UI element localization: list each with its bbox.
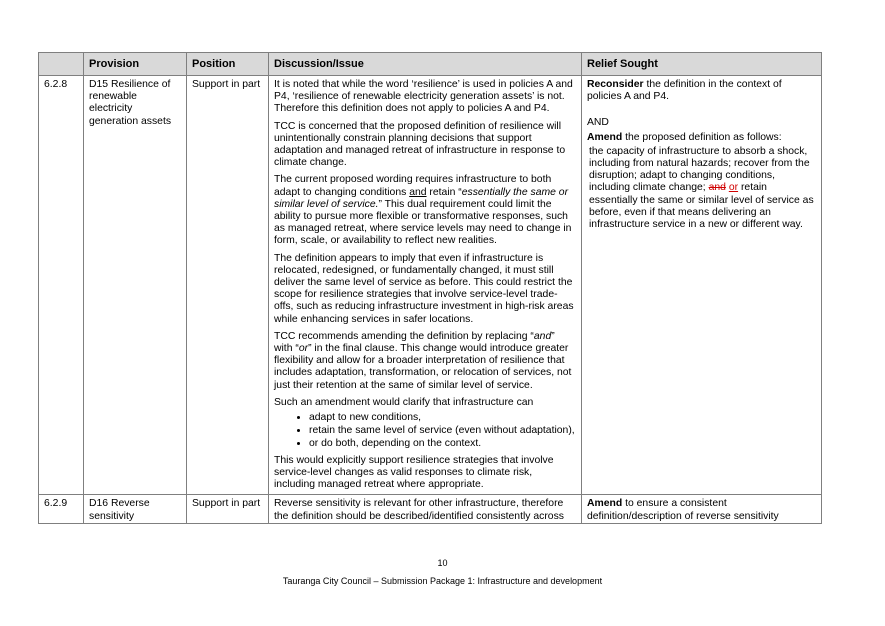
bullet-list: adapt to new conditions, retain the same… — [274, 412, 576, 451]
italic-word: and — [533, 330, 552, 342]
list-item: retain the same level of service (even w… — [309, 425, 576, 437]
row-relief: Reconsider the definition in the context… — [581, 74, 822, 496]
text-run: the capacity of infrastructure to absorb… — [589, 145, 810, 194]
row-position: Support in part — [186, 74, 269, 496]
header-relief: Relief Sought — [581, 52, 822, 76]
row-relief: Amend to ensure a consistent definition/… — [581, 494, 822, 524]
relief-para-1: Reconsider the definition in the context… — [587, 79, 816, 103]
list-item: or do both, depending on the context. — [309, 438, 576, 450]
row-discussion: It is noted that while the word ‘resilie… — [268, 74, 582, 496]
row-ref: 6.2.9 — [38, 494, 84, 524]
page-footer: Tauranga City Council – Submission Packa… — [282, 576, 603, 586]
row-provision: D15 Resilience of renewable electricity … — [83, 74, 187, 496]
discussion-para-5: TCC recommends amending the definition b… — [274, 331, 576, 392]
relief-and: AND — [587, 117, 609, 129]
bold-word: Reconsider — [587, 79, 644, 90]
relief-para-2: Amend the proposed definition as follows… — [587, 132, 816, 144]
row-provision: D16 Reverse sensitivity — [83, 494, 187, 524]
text-run: the proposed definition as follows: — [622, 131, 782, 143]
bold-word: Amend — [587, 131, 623, 143]
text-run: retain “ — [426, 186, 462, 198]
discussion-para-3: The current proposed wording requires in… — [274, 174, 576, 247]
table-row: 6.2.9 D16 Reverse sensitivity Support in… — [38, 494, 822, 524]
discussion-para-7: This would explicitly support resilience… — [274, 454, 554, 491]
table-header-row: Provision Position Discussion/Issue Reli… — [38, 52, 822, 76]
row-discussion: Reverse sensitivity is relevant for othe… — [268, 494, 582, 524]
bold-word: Amend — [587, 498, 623, 510]
discussion-para-6: Such an amendment would clarify that inf… — [274, 396, 534, 408]
row-ref: 6.2.8 — [38, 74, 84, 496]
text-run: TCC recommends amending the definition b… — [274, 330, 534, 342]
submission-table: Provision Position Discussion/Issue Reli… — [38, 52, 822, 524]
header-provision: Provision — [83, 52, 187, 76]
page-number: 10 — [437, 558, 448, 568]
header-discussion: Discussion/Issue — [268, 52, 582, 76]
deleted-word: and — [708, 182, 726, 194]
discussion-para-2: TCC is concerned that the proposed defin… — [274, 120, 566, 169]
inserted-word: or — [728, 182, 739, 194]
header-position: Position — [186, 52, 269, 76]
table-row: 6.2.8 D15 Resilience of renewable electr… — [38, 74, 822, 496]
row-position: Support in part — [186, 494, 269, 524]
italic-word: or — [298, 343, 309, 355]
list-item: adapt to new conditions, — [309, 412, 576, 424]
text-run: ” in the final clause. This change would… — [274, 343, 572, 391]
header-ref — [38, 52, 84, 76]
discussion-para-1: It is noted that while the word ‘resilie… — [274, 79, 573, 115]
discussion-para-4: The definition appears to imply that eve… — [274, 252, 574, 325]
relief-definition: the capacity of infrastructure to absorb… — [587, 146, 816, 231]
underlined-word: and — [409, 186, 427, 198]
